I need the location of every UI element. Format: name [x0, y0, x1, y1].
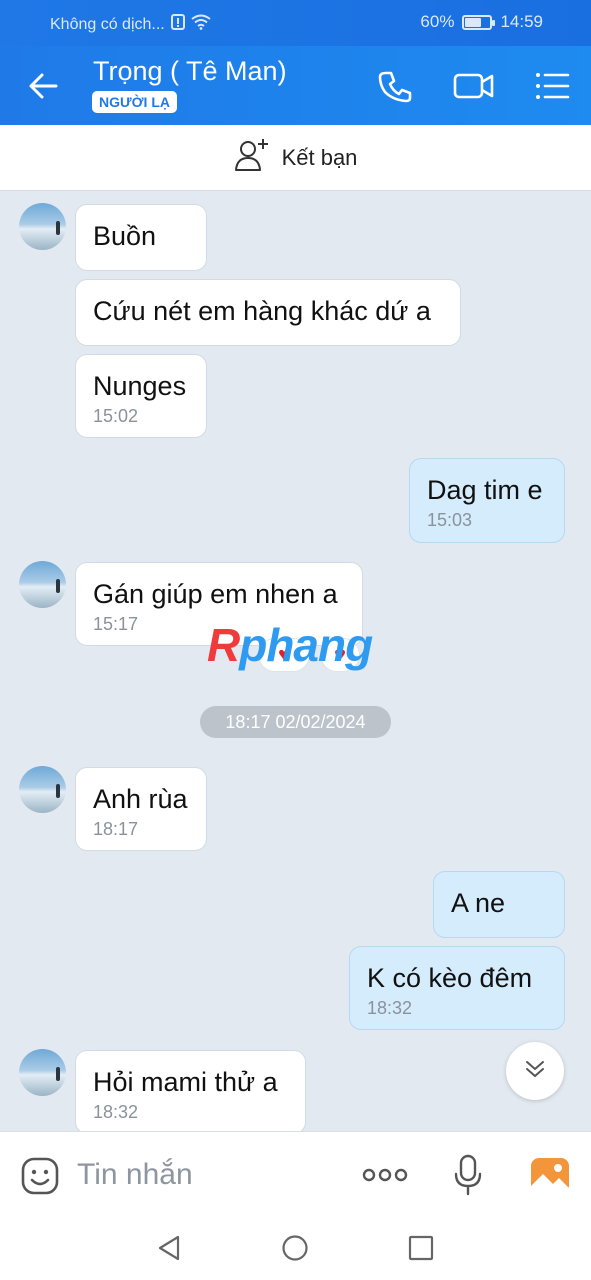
add-user-icon — [234, 137, 270, 179]
phone-call-icon[interactable] — [373, 64, 417, 108]
battery-percent: 60% — [420, 12, 455, 31]
avatar[interactable] — [19, 203, 66, 250]
message-input[interactable]: Tin nhắn — [77, 1158, 193, 1192]
wifi-icon — [191, 14, 211, 35]
watermark-logo: Rphang — [207, 619, 373, 671]
nav-back-icon[interactable] — [156, 1234, 182, 1267]
nav-recents-icon[interactable] — [408, 1235, 434, 1266]
sticker-icon[interactable] — [20, 1156, 60, 1201]
add-friend-label: Kết bạn — [281, 144, 358, 170]
message-list[interactable]: Buồn Cứu nét em hàng khác dứ a Nunges 15… — [0, 191, 591, 1134]
avatar[interactable] — [19, 766, 66, 813]
message-bubble-sent[interactable]: Dag tim e 15:03 — [409, 458, 565, 543]
menu-list-icon[interactable] — [530, 64, 574, 108]
clock: 14:59 — [500, 12, 543, 31]
message-bubble[interactable]: Nunges 15:02 — [75, 354, 207, 438]
stranger-badge: NGƯỜI LẠ — [92, 91, 177, 113]
message-bubble[interactable]: Hỏi mami thử a 18:32 — [75, 1050, 306, 1134]
message-text: Buồn — [93, 221, 157, 251]
more-options-icon[interactable] — [362, 1164, 408, 1191]
message-bubble-sent[interactable]: A ne — [433, 871, 565, 938]
message-text: K có kèo đêm — [367, 963, 533, 993]
video-call-icon[interactable] — [452, 64, 496, 108]
message-text: Gán giúp em nhen a — [93, 579, 338, 609]
carrier-text: Không có dịch... — [50, 15, 165, 33]
chat-header: Trọng ( Tê Man) NGƯỜI LẠ — [0, 46, 591, 125]
message-bubble[interactable]: Cứu nét em hàng khác dứ a — [75, 279, 461, 346]
message-time: 18:17 — [93, 819, 139, 839]
message-text: Anh rùa — [93, 784, 188, 814]
message-time: 15:03 — [427, 510, 473, 530]
message-bubble-sent[interactable]: K có kèo đêm 18:32 — [349, 946, 565, 1030]
microphone-icon[interactable] — [452, 1154, 484, 1203]
alert-icon — [170, 14, 185, 35]
scroll-down-button[interactable] — [506, 1042, 564, 1100]
battery-icon — [462, 14, 496, 30]
message-time: 18:32 — [93, 1102, 139, 1122]
avatar[interactable] — [19, 1049, 66, 1096]
message-text: Dag tim e — [427, 475, 543, 505]
message-text: Cứu nét em hàng khác dứ a — [93, 296, 431, 326]
image-gallery-icon[interactable] — [529, 1156, 571, 1201]
message-input-bar: Tin nhắn — [0, 1131, 591, 1217]
system-nav-bar — [0, 1217, 591, 1280]
nav-home-icon[interactable] — [281, 1234, 309, 1267]
avatar[interactable] — [19, 561, 66, 608]
back-arrow-icon[interactable] — [22, 64, 66, 108]
status-bar: Không có dịch... 60% 14:59 — [0, 0, 591, 46]
message-bubble[interactable]: Buồn — [75, 204, 207, 271]
contact-name[interactable]: Trọng ( Tê Man) — [93, 56, 287, 87]
message-time: 15:02 — [93, 406, 139, 426]
message-text: A ne — [451, 888, 506, 918]
message-time: 18:32 — [367, 998, 413, 1018]
date-divider: 18:17 02/02/2024 — [200, 706, 391, 738]
double-chevron-down-icon — [522, 1056, 548, 1087]
message-bubble[interactable]: Anh rùa 18:17 — [75, 767, 207, 851]
message-text: Hỏi mami thử a — [93, 1067, 278, 1097]
add-friend-bar[interactable]: Kết bạn — [0, 125, 591, 191]
message-text: Nunges — [93, 371, 187, 401]
